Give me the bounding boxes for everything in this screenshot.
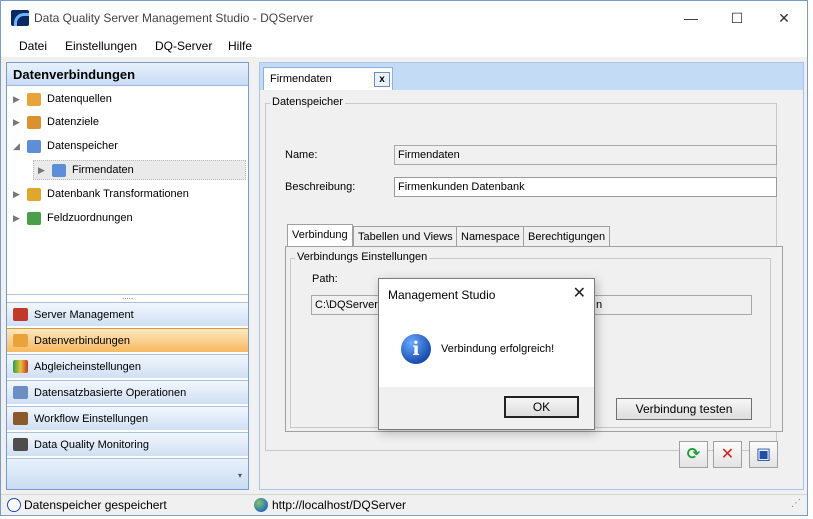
menu-einstellungen[interactable]: Einstellungen [65,39,137,53]
save-icon[interactable]: ▣ [749,441,778,468]
path-value-tail: n [596,299,603,311]
nav-label: Workflow Einstellungen [34,412,149,425]
description-label: Beschreibung: [285,181,356,193]
tree-item-label: Datenbank Transformationen [47,188,189,200]
tab-label: Firmendaten [270,73,332,85]
datasource-icon [27,92,41,106]
message-dialog: Management Studio ✕ i Verbindung erfolgr… [378,278,595,430]
panel-header: Datenverbindungen [7,63,248,86]
tab-close-button[interactable]: x [374,72,390,87]
tree-item-datenbank-transformationen[interactable]: ▶ Datenbank Transformationen [13,184,189,204]
records-icon [13,386,28,399]
dialog-message: Verbindung erfolgreich! [441,343,555,355]
nav-abgleicheinstellungen[interactable]: Abgleicheinstellungen [7,354,248,378]
resize-grip-icon[interactable]: ⋰ [791,498,801,509]
expand-arrow-icon[interactable]: ▶ [13,189,27,200]
nav-data-quality-monitoring[interactable]: Data Quality Monitoring [7,432,248,456]
nav-overflow-bar[interactable]: ▾ [7,458,248,489]
info-icon: i [401,334,431,364]
datatarget-icon [27,115,41,129]
menu-hilfe[interactable]: Hilfe [228,39,252,53]
description-field[interactable]: Firmenkunden Datenbank [394,177,777,197]
ok-button[interactable]: OK [504,396,579,418]
tree-item-label: Datenspeicher [47,140,118,152]
title-bar: Data Quality Server Management Studio - … [1,1,807,35]
refresh-icon[interactable]: ⟳ [679,441,708,468]
close-button[interactable]: ✕ [769,7,799,29]
tab-firmendaten[interactable]: Firmendaten x [263,67,393,90]
menu-dq-server[interactable]: DQ-Server [155,39,212,53]
main-window: Data Quality Server Management Studio - … [0,0,808,516]
tree-item-datenquellen[interactable]: ▶ Datenquellen [13,89,112,109]
tree-item-feldzuordnungen[interactable]: ▶ Feldzuordnungen [13,208,133,228]
workflow-icon [13,412,28,425]
tab-berechtigungen[interactable]: Berechtigungen [523,226,611,246]
name-label: Name: [285,149,318,161]
chevron-down-icon[interactable]: ▾ [238,471,242,480]
nav-datenverbindungen[interactable]: Datenverbindungen [7,328,248,352]
database-icon [13,334,28,347]
datastore-icon [52,163,66,177]
tree-item-datenspeicher[interactable]: ◢ Datenspeicher [13,136,118,156]
path-value: C:\DQServerD [315,299,386,311]
left-navigation-panel: Datenverbindungen ▶ Datenquellen ▶ Daten… [6,62,249,490]
tree-item-label: Firmendaten [72,164,134,176]
nav-label: Data Quality Monitoring [34,438,149,451]
nav-label: Datensatzbasierte Operationen [34,386,187,399]
app-logo-icon [11,10,29,26]
dialog-footer: OK [379,387,594,429]
nav-datensatzbasierte-operationen[interactable]: Datensatzbasierte Operationen [7,380,248,404]
wrench-icon [13,308,28,321]
menu-bar: Datei Einstellungen DQ-Server Hilfe [1,35,807,57]
transformation-icon [27,187,41,201]
tree-item-label: Datenquellen [47,93,112,105]
nav-label: Datenverbindungen [34,334,131,347]
dialog-title: Management Studio [388,288,496,302]
panel-splitter[interactable]: ..... [7,293,248,302]
collapse-arrow-icon[interactable]: ◢ [13,141,27,152]
tab-namespace[interactable]: Namespace [456,226,525,246]
path-label: Path: [312,273,338,285]
tree-item-label: Feldzuordnungen [47,212,133,224]
tab-verbindung[interactable]: Verbindung [287,224,353,246]
name-field[interactable]: Firmendaten [394,145,777,165]
nav-label: Abgleicheinstellungen [34,360,142,373]
field-mapping-icon [27,211,41,225]
status-message: Datenspeicher gespeichert [24,498,167,512]
nav-label: Server Management [34,308,134,321]
expand-arrow-icon[interactable]: ▶ [13,94,27,105]
tree-item-datenziele[interactable]: ▶ Datenziele [13,112,99,132]
dialog-close-button[interactable]: ✕ [573,283,586,303]
expand-arrow-icon[interactable]: ▶ [13,117,27,128]
maximize-button[interactable]: ☐ [722,7,752,29]
minimize-button[interactable]: — [676,7,706,29]
tree-item-label: Datenziele [47,116,99,128]
matching-icon [13,360,28,373]
window-title: Data Quality Server Management Studio - … [34,11,314,25]
tree-item-firmendaten[interactable]: ▶ Firmendaten [33,160,246,180]
nav-server-management[interactable]: Server Management [7,302,248,326]
test-connection-button[interactable]: Verbindung testen [616,398,752,420]
group-title: Verbindungs Einstellungen [295,251,430,263]
server-url: http://localhost/DQServer [272,498,407,512]
expand-arrow-icon[interactable]: ▶ [13,213,27,224]
nav-workflow-einstellungen[interactable]: Workflow Einstellungen [7,406,248,430]
menu-datei[interactable]: Datei [19,39,47,53]
monitoring-icon [13,438,28,451]
datastore-icon [27,139,41,153]
globe-icon [254,498,268,512]
expand-arrow-icon[interactable]: ▶ [38,165,52,176]
info-icon [7,498,21,512]
group-title: Datenspeicher [270,96,345,108]
cancel-icon[interactable]: ✕ [713,441,742,468]
tab-tabellen-und-views[interactable]: Tabellen und Views [353,226,458,246]
inner-tab-strip: Verbindung Tabellen und Views Namespace … [285,224,783,248]
status-bar: Datenspeicher gespeichert http://localho… [1,494,807,515]
